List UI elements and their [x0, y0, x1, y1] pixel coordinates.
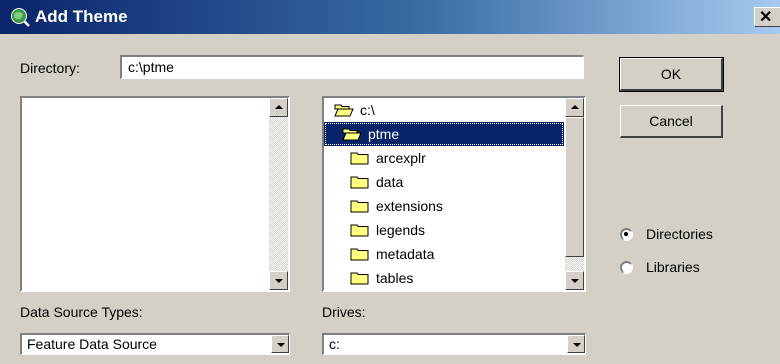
scroll-down-button[interactable] [269, 271, 288, 290]
close-button[interactable]: ✕ [754, 7, 780, 27]
file-list-scrollbar[interactable] [269, 98, 288, 290]
folder-icon [350, 272, 369, 285]
drives-label: Drives: [322, 304, 366, 320]
window-title: Add Theme [35, 7, 128, 26]
radio-label-libraries[interactable]: Libraries [646, 259, 700, 275]
radio-directories[interactable] [620, 228, 633, 241]
directory-tree-scrollbar[interactable] [565, 98, 584, 290]
directory-tree-item[interactable]: tables [324, 266, 564, 290]
directory-tree-item-label: extensions [376, 198, 443, 214]
open-folder-icon [342, 128, 362, 141]
title-bar: Add Theme ✕ [0, 0, 780, 34]
arrow-down-icon [571, 279, 579, 283]
directory-tree-item[interactable]: ptme [324, 122, 564, 146]
directory-tree-item[interactable]: extensions [324, 194, 564, 218]
radio-libraries[interactable] [620, 261, 633, 274]
arrow-up-icon [275, 105, 283, 109]
data-source-types-value: Feature Data Source [27, 336, 157, 352]
directory-label: Directory: [20, 60, 80, 76]
chevron-down-icon [573, 343, 581, 347]
directory-tree-item[interactable]: arcexplr [324, 146, 564, 170]
directory-tree-item-label: legends [376, 222, 426, 238]
close-icon: ✕ [759, 9, 773, 26]
arcview-globe-icon [11, 8, 30, 27]
folder-icon [350, 200, 369, 213]
directory-tree-item-label: metadata [376, 246, 435, 262]
folder-icon [350, 224, 369, 237]
folder-icon [350, 248, 369, 261]
folder-icon [350, 152, 369, 165]
directory-tree-item-label: data [376, 174, 404, 190]
directory-tree-item-label: ptme [368, 126, 400, 142]
directory-tree[interactable]: c:\ ptme arcexplr data extensions legends meta… [322, 96, 586, 292]
directory-field[interactable]: c:\ptme [120, 55, 584, 79]
data-source-types-label: Data Source Types: [20, 304, 143, 320]
ok-button[interactable]: OK [619, 57, 724, 92]
data-source-types-select[interactable]: Feature Data Source [20, 333, 290, 355]
chevron-down-icon [277, 343, 285, 347]
scroll-thumb[interactable] [565, 117, 584, 257]
arrow-up-icon [571, 105, 579, 109]
directory-tree-item-label: c:\ [360, 102, 375, 118]
directory-tree-item-label: arcexplr [376, 150, 426, 166]
scroll-up-button[interactable] [269, 98, 288, 117]
directory-tree-item[interactable]: data [324, 170, 564, 194]
directory-tree-item[interactable]: c:\ [324, 98, 564, 122]
directory-tree-item-label: tables [376, 270, 414, 286]
directory-tree-item[interactable]: metadata [324, 242, 564, 266]
radio-selected-dot [624, 232, 628, 236]
scroll-down-button[interactable] [565, 271, 584, 290]
drives-value: c: [329, 336, 340, 352]
dropdown-button[interactable] [271, 335, 289, 353]
directory-tree-item[interactable]: legends [324, 218, 564, 242]
open-folder-icon [334, 104, 354, 117]
dropdown-button[interactable] [567, 335, 585, 353]
cancel-button[interactable]: Cancel [620, 105, 723, 138]
drives-select[interactable]: c: [322, 333, 586, 355]
folder-icon [350, 176, 369, 189]
radio-label-directories[interactable]: Directories [646, 226, 713, 242]
arrow-down-icon [275, 279, 283, 283]
file-list[interactable] [20, 96, 290, 292]
scroll-up-button[interactable] [565, 98, 584, 117]
